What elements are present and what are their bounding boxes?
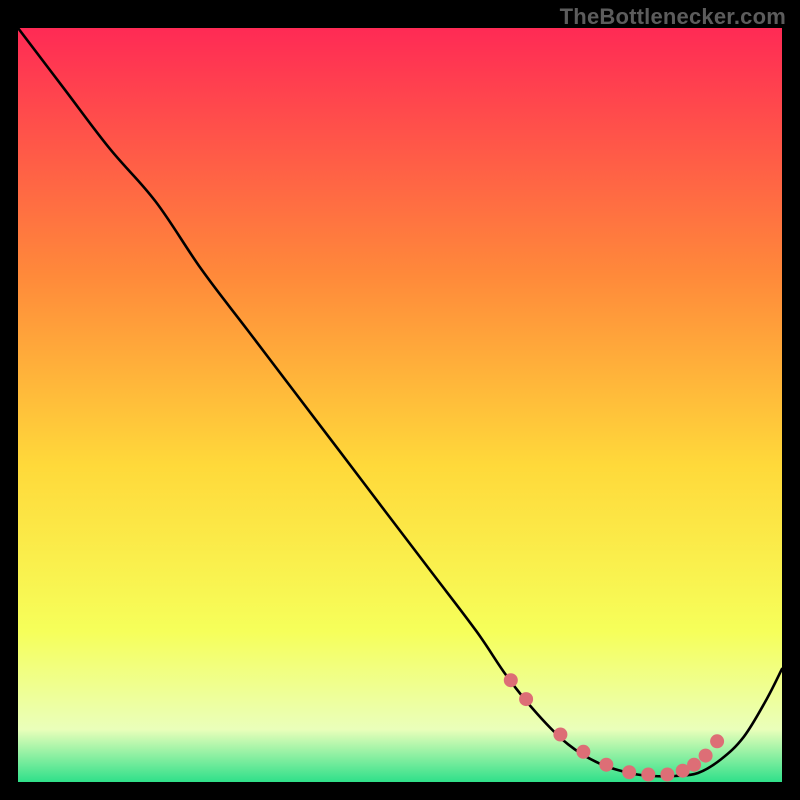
- highlight-dot: [710, 734, 724, 748]
- attribution-text: TheBottlenecker.com: [560, 4, 786, 30]
- highlight-dot: [553, 728, 567, 742]
- highlight-dot: [687, 758, 701, 772]
- chart-stage: TheBottlenecker.com: [0, 0, 800, 800]
- plot-area: [18, 28, 782, 782]
- highlight-dot: [599, 758, 613, 772]
- chart-svg: [18, 28, 782, 782]
- highlight-dot: [622, 765, 636, 779]
- highlight-dot: [504, 673, 518, 687]
- gradient-background: [18, 28, 782, 782]
- highlight-dot: [699, 749, 713, 763]
- highlight-dot: [519, 692, 533, 706]
- highlight-dot: [576, 745, 590, 759]
- highlight-dot: [660, 768, 674, 782]
- highlight-dot: [641, 768, 655, 782]
